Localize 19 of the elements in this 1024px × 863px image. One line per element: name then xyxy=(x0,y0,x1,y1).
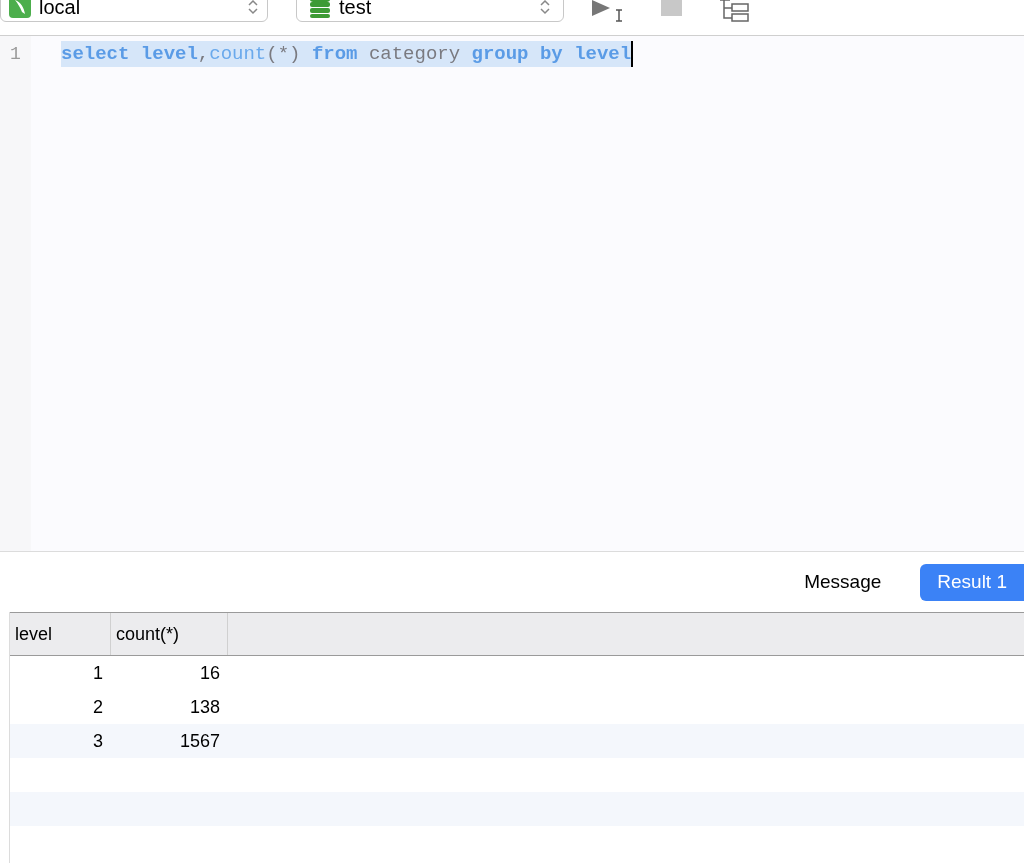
column-header[interactable]: count(*) xyxy=(111,613,228,655)
database-select[interactable]: test xyxy=(296,0,564,22)
table-cell-text: 1 xyxy=(92,661,104,685)
connection-name: local xyxy=(39,0,82,20)
table-cell-text: 138 xyxy=(188,695,221,719)
explain-tree-icon[interactable] xyxy=(718,0,752,24)
tab[interactable]: Result 1 xyxy=(920,563,1024,601)
updown-caret-icon xyxy=(539,0,551,16)
table-cell-text: 2 xyxy=(92,695,104,719)
connection-select[interactable]: local xyxy=(0,0,268,22)
column-header[interactable]: level xyxy=(10,613,111,655)
tab[interactable]: Message xyxy=(787,563,899,601)
database-name: test xyxy=(339,0,373,20)
updown-caret-icon xyxy=(247,0,259,16)
table-cell-text: 3 xyxy=(92,729,104,753)
table-cell-text: 16 xyxy=(198,661,221,685)
line-number: 1 xyxy=(10,43,21,66)
database-icon xyxy=(309,0,331,18)
table-cell-text: 1567 xyxy=(178,729,221,753)
